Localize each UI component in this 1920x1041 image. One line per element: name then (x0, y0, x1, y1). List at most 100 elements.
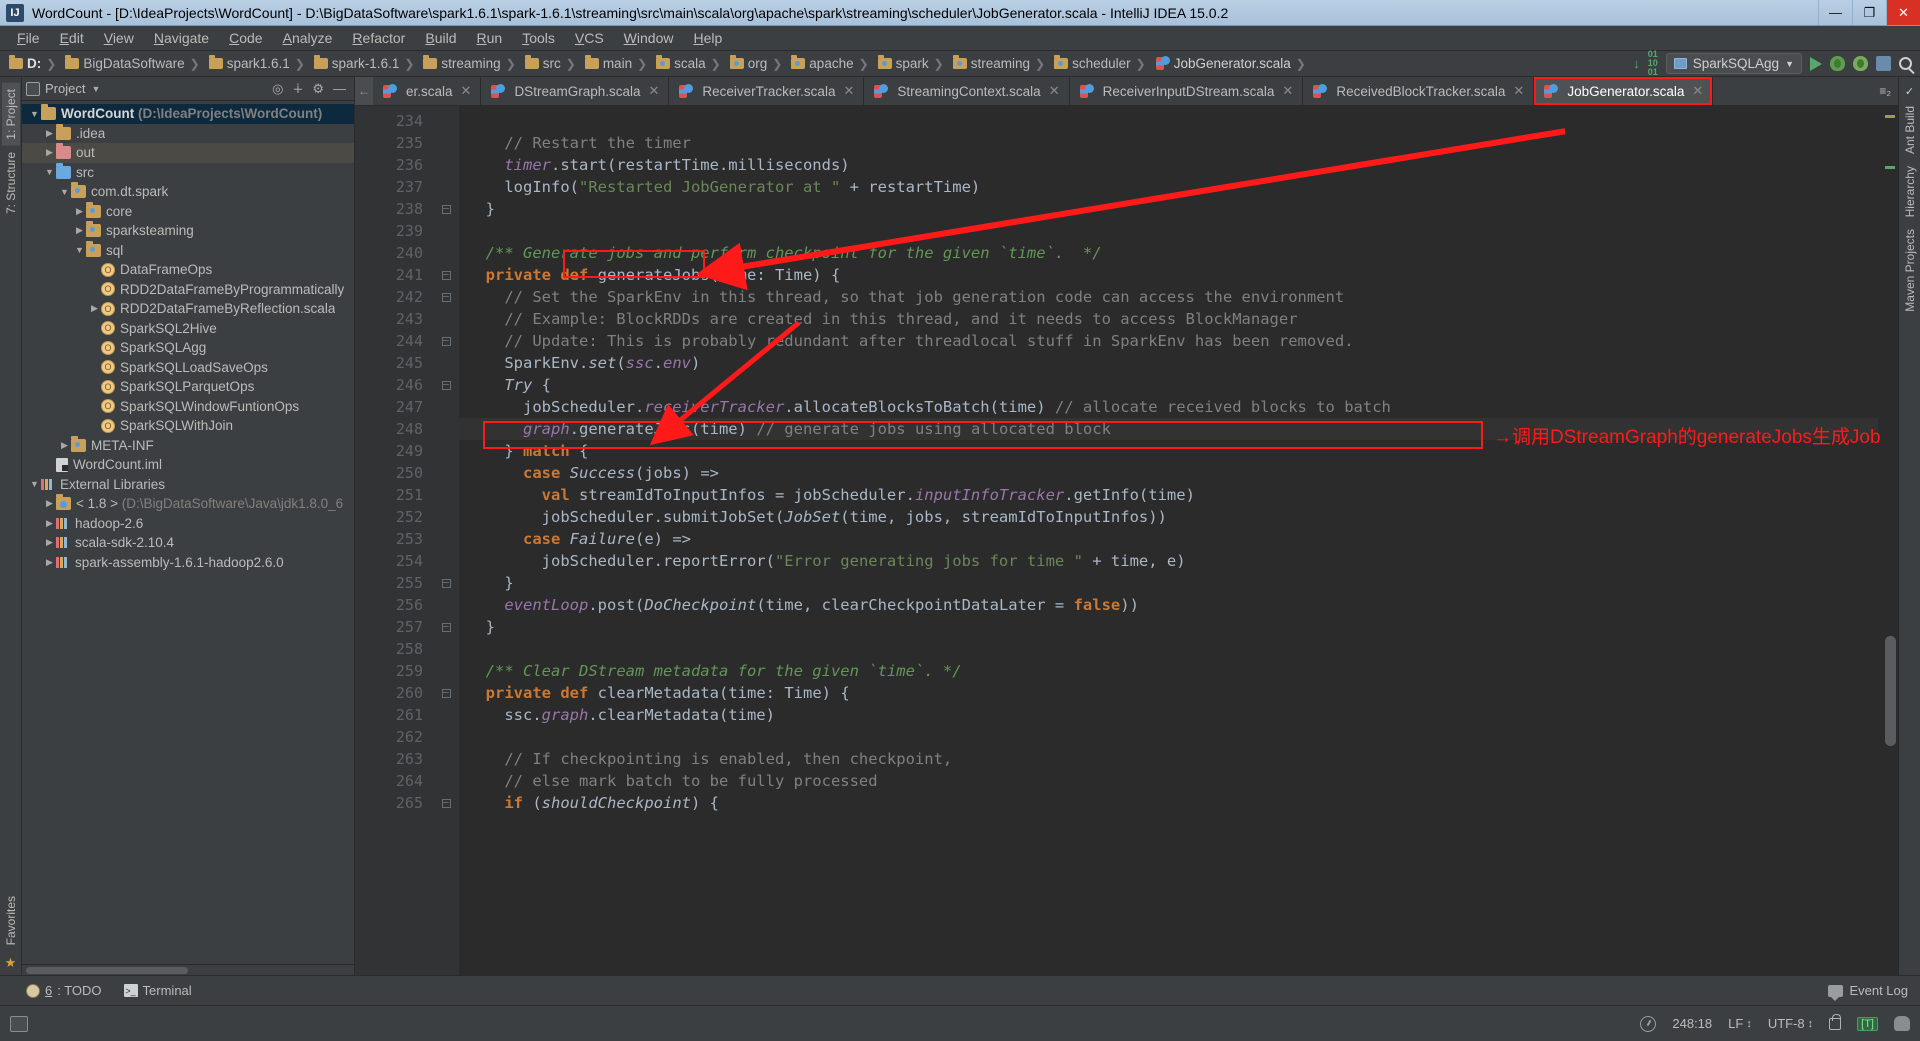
code-folding-gutter[interactable]: ─ ─ ─ ─ ─ ─ ─ ─ ─ (433, 106, 459, 975)
menu-item-run[interactable]: Run (467, 28, 511, 48)
chevron-right-icon[interactable]: ▶ (43, 557, 56, 568)
encoding-selector[interactable]: UTF-8 ↕ (1768, 1016, 1813, 1031)
code-line[interactable]: jobScheduler.reportError("Error generati… (459, 550, 1878, 572)
code-line[interactable] (459, 638, 1878, 660)
project-tree[interactable]: ▼ WordCount (D:\IdeaProjects\WordCount) ▶.… (22, 101, 354, 964)
code-line[interactable]: logInfo("Restarted JobGenerator at " + r… (459, 176, 1878, 198)
breadcrumb-streaming[interactable]: streaming ❯ (950, 55, 1051, 71)
menu-item-edit[interactable]: Edit (51, 28, 93, 48)
event-log-label[interactable]: Event Log (1849, 983, 1908, 998)
fold-marker[interactable] (433, 440, 459, 462)
code-line[interactable]: } (459, 616, 1878, 638)
close-icon[interactable]: ✕ (843, 83, 854, 99)
breadcrumb-spark161[interactable]: spark-1.6.1 ❯ (311, 55, 421, 71)
source-code[interactable]: // Restart the timer timer.start(restart… (459, 106, 1878, 975)
fold-marker[interactable]: ─ (433, 286, 459, 308)
fold-marker[interactable] (433, 176, 459, 198)
breadcrumb-scheduler[interactable]: scheduler ❯ (1051, 55, 1152, 71)
code-line[interactable]: } (459, 198, 1878, 220)
build-project-button[interactable] (1876, 56, 1891, 71)
tree-node-scalasdk2.10.4[interactable]: ▶ scala-sdk-2.10.4 (22, 533, 354, 553)
tree-node-sparksqlagg[interactable]: ▶O SparkSQLAgg (22, 338, 354, 358)
run-configuration-selector[interactable]: SparkSQLAgg ▼ (1665, 53, 1802, 74)
menu-item-tools[interactable]: Tools (513, 28, 564, 48)
close-icon[interactable]: ✕ (1282, 83, 1293, 99)
fold-marker[interactable] (433, 528, 459, 550)
editor-tab-receivertrackerscala[interactable]: ReceiverTracker.scala ✕ (669, 77, 865, 105)
tree-node-rdd2dataframebyreflection.scala[interactable]: ▶ O RDD2DataFrameByReflection.scala (22, 299, 354, 319)
tree-node-metainf[interactable]: ▶ META-INF (22, 435, 354, 456)
fold-marker[interactable] (433, 220, 459, 242)
breadcrumb-apache[interactable]: apache ❯ (788, 55, 874, 71)
tree-node-sparksqlwindowfuntionops[interactable]: ▶O SparkSQLWindowFuntionOps (22, 397, 354, 417)
fold-marker[interactable] (433, 770, 459, 792)
editor-tab-receiverinputdstreamscala[interactable]: ReceiverInputDStream.scala ✕ (1070, 77, 1304, 105)
tree-node-com.dt.spark[interactable]: ▼ com.dt.spark (22, 182, 354, 202)
tree-node-sparksqlparquetops[interactable]: ▶O SparkSQLParquetOps (22, 377, 354, 397)
memory-indicator[interactable] (10, 1015, 28, 1032)
chevron-down-icon[interactable]: ▼ (28, 479, 41, 489)
chevron-right-icon[interactable]: ▶ (88, 362, 101, 373)
fold-marker[interactable] (433, 484, 459, 506)
close-icon[interactable]: ✕ (1692, 83, 1703, 99)
breadcrumb-src[interactable]: src ❯ (522, 55, 582, 71)
fold-toggle-icon[interactable]: ─ (441, 688, 451, 698)
fold-marker[interactable]: ─ (433, 374, 459, 396)
chevron-right-icon[interactable]: ▶ (43, 537, 56, 548)
breadcrumb-spark161[interactable]: spark1.6.1 ❯ (206, 55, 311, 71)
code-line[interactable] (459, 110, 1878, 132)
tree-node-sparksql2hive[interactable]: ▶O SparkSQL2Hive (22, 319, 354, 339)
fold-toggle-icon[interactable]: ─ (441, 270, 451, 280)
fold-toggle-icon[interactable]: ─ (441, 204, 451, 214)
tree-node-1.8[interactable]: ▶ < 1.8 > (D:\BigDataSoftware\Java\jdk1.8… (22, 494, 354, 514)
breadcrumb-bigdatasoftware[interactable]: BigDataSoftware ❯ (62, 55, 205, 71)
code-line[interactable]: private def generateJobs(time: Time) { (459, 264, 1878, 286)
menu-item-refactor[interactable]: Refactor (343, 28, 414, 48)
chevron-right-icon[interactable]: ▶ (88, 381, 101, 392)
menu-item-view[interactable]: View (95, 28, 143, 48)
fold-marker[interactable] (433, 352, 459, 374)
editor-tab-streamingcontextscala[interactable]: StreamingContext.scala ✕ (864, 77, 1070, 105)
chevron-right-icon[interactable]: ▶ (73, 206, 86, 217)
tabs-overflow-icon[interactable]: ≡₂ (1879, 84, 1891, 98)
search-everywhere-icon[interactable] (1899, 57, 1912, 70)
tree-node-src[interactable]: ▼ src (22, 162, 354, 183)
breadcrumb-jobgeneratorscala[interactable]: JobGenerator.scala ❯ (1152, 56, 1312, 71)
fold-marker[interactable] (433, 242, 459, 264)
menu-item-analyze[interactable]: Analyze (274, 28, 342, 48)
chevron-right-icon[interactable]: ▶ (88, 323, 101, 334)
hide-icon[interactable]: — (333, 81, 346, 96)
chevron-right-icon[interactable]: ▶ (43, 459, 56, 470)
code-line[interactable]: // Restart the timer (459, 132, 1878, 154)
chevron-right-icon[interactable]: ▶ (73, 225, 86, 236)
tree-node-dataframeops[interactable]: ▶O DataFrameOps (22, 260, 354, 280)
tree-node-rdd2dataframebyprogrammatically[interactable]: ▶O RDD2DataFrameByProgrammatically (22, 280, 354, 300)
run-coverage-button[interactable] (1853, 56, 1868, 71)
fold-marker[interactable]: ─ (433, 616, 459, 638)
chevron-right-icon[interactable]: ▶ (88, 342, 101, 353)
fold-marker[interactable] (433, 132, 459, 154)
code-line[interactable]: jobScheduler.receiverTracker.allocateBlo… (459, 396, 1878, 418)
code-line[interactable]: case Failure(e) => (459, 528, 1878, 550)
chevron-right-icon[interactable]: ▶ (88, 420, 101, 431)
code-line[interactable]: /** Generate jobs and perform checkpoint… (459, 242, 1878, 264)
tree-node-wordcount[interactable]: ▼ WordCount (D:\IdeaProjects\WordCount) (22, 104, 354, 124)
code-line[interactable] (459, 220, 1878, 242)
update-icon[interactable]: ↓ (1633, 56, 1640, 71)
chevron-down-icon[interactable]: ▼ (43, 167, 56, 177)
tree-node-core[interactable]: ▶ core (22, 201, 354, 222)
fold-marker[interactable] (433, 396, 459, 418)
menu-item-code[interactable]: Code (220, 28, 271, 48)
fold-toggle-icon[interactable]: ─ (441, 292, 451, 302)
fold-marker[interactable] (433, 660, 459, 682)
fold-marker[interactable] (433, 110, 459, 132)
code-line[interactable]: SparkEnv.set(ssc.env) (459, 352, 1878, 374)
fold-marker[interactable] (433, 154, 459, 176)
fold-marker[interactable]: ─ (433, 682, 459, 704)
tree-node-sql[interactable]: ▼ sql (22, 240, 354, 261)
code-line[interactable] (459, 726, 1878, 748)
fold-toggle-icon[interactable]: ─ (441, 380, 451, 390)
fold-marker[interactable]: ─ (433, 198, 459, 220)
chevron-down-icon[interactable]: ▼ (58, 187, 71, 197)
fold-marker[interactable]: ─ (433, 264, 459, 286)
